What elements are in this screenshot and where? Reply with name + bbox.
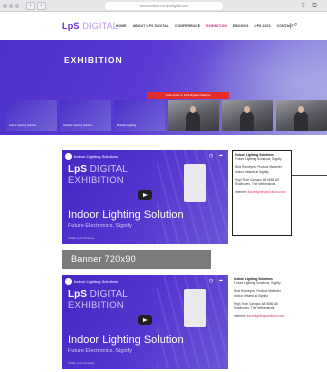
main-nav: HOME ABOUT LPS DIGITAL CONFERENCE EXHIBI… bbox=[116, 24, 294, 28]
ad-banner[interactable]: Banner 720x90 bbox=[62, 250, 211, 269]
video-speaker-image bbox=[184, 164, 206, 202]
share-icon[interactable]: ➦ bbox=[217, 153, 225, 160]
video-thumbnail-strip: Indoor Lighting Solution Outdoor Lightin… bbox=[6, 100, 327, 131]
info-internet-label: Internet: bbox=[235, 190, 247, 195]
video-subtitle: Future Electronics, Signify bbox=[68, 223, 132, 229]
browser-toolbar: ‹ › lowcounilouronn.lpsdigital.com ⇪ ⧉ bbox=[0, 0, 327, 12]
info-internet: Internet: futurelightingsolutions.com bbox=[235, 190, 289, 194]
nav-exhibition[interactable]: EXHIBITION bbox=[206, 24, 227, 28]
info-internet-label: Internet: bbox=[234, 314, 246, 319]
video-main-title: Indoor Lighting Solution bbox=[68, 209, 184, 221]
info-internet-link[interactable]: futurelightingsolutions.com bbox=[248, 190, 286, 194]
thumbnail-label: Modular Lighting bbox=[117, 124, 137, 127]
subscribe-button[interactable]: Subscribe to LpS Digital channel bbox=[147, 92, 229, 99]
video-brand-main: LpS bbox=[68, 164, 87, 175]
info-internet-link[interactable]: futurelightingsolutions.com bbox=[247, 314, 285, 318]
nav-home[interactable]: HOME bbox=[116, 24, 127, 28]
speaker-figure bbox=[240, 111, 254, 131]
tabs-icon[interactable]: ⧉ bbox=[311, 2, 318, 10]
info-company: Future Lighting Solutions, Signify bbox=[235, 157, 282, 162]
back-icon[interactable]: ‹ bbox=[26, 2, 35, 10]
video-subtitle: Future Electronics, Signify bbox=[68, 348, 132, 354]
speaker-figure bbox=[186, 111, 200, 131]
nav-conference[interactable]: CONFERENCE bbox=[175, 24, 200, 28]
pointer-line bbox=[292, 175, 327, 176]
info-contact: Nick Romeyns, Product Marketer, bbox=[235, 165, 283, 170]
nav-contact[interactable]: CONTACT bbox=[277, 24, 294, 28]
logo-main-text: LpS bbox=[62, 21, 80, 31]
site-logo[interactable]: LpS DIGITAL bbox=[62, 20, 118, 32]
video-thumbnail[interactable] bbox=[276, 100, 327, 131]
exhibitor-info: Indoor Lighting Solutions Future Lightin… bbox=[232, 150, 292, 236]
exhibitor-info: Indoor Lighting Solutions Future Lightin… bbox=[232, 275, 292, 320]
speaker-face bbox=[244, 106, 250, 113]
logo-sub-text: DIGITAL bbox=[82, 21, 119, 31]
window-minimize-dot[interactable] bbox=[9, 4, 13, 8]
video-top-title[interactable]: Indoor Lighting Solutions bbox=[74, 279, 118, 284]
video-copyright: ©2020 • Lumi Transpace bbox=[68, 237, 95, 240]
clock-icon[interactable]: ◷ bbox=[207, 153, 215, 160]
nav-divider bbox=[290, 23, 291, 29]
speaker-face bbox=[190, 106, 196, 113]
video-brand: LpS DIGITAL bbox=[68, 164, 128, 175]
channel-avatar[interactable] bbox=[65, 278, 72, 285]
video-brand: LpS DIGITAL bbox=[68, 289, 128, 300]
video-player[interactable]: Indoor Lighting Solutions ◷ ➦ LpS DIGITA… bbox=[62, 275, 228, 369]
nav-lps-2023[interactable]: LPS 2023 bbox=[254, 24, 270, 28]
clock-icon[interactable]: ◷ bbox=[207, 278, 215, 285]
nav-about[interactable]: ABOUT LPS DIGITAL bbox=[133, 24, 169, 28]
window-zoom-dot[interactable] bbox=[15, 4, 19, 8]
speaker-figure bbox=[294, 111, 308, 131]
share-icon[interactable]: ⇪ bbox=[300, 2, 307, 10]
video-speaker-image bbox=[184, 289, 206, 327]
page-title: EXHIBITION bbox=[64, 55, 123, 65]
play-icon[interactable] bbox=[138, 315, 152, 325]
video-copyright: ©2020 • Lumi Transpace bbox=[68, 362, 95, 365]
channel-avatar[interactable] bbox=[65, 153, 72, 160]
site-header: LpS DIGITAL HOME ABOUT LPS DIGITAL CONFE… bbox=[0, 12, 327, 40]
search-icon[interactable]: ⌕ bbox=[294, 21, 297, 29]
share-icon[interactable]: ➦ bbox=[217, 278, 225, 285]
play-icon[interactable] bbox=[138, 190, 152, 200]
thumbnail-label: Indoor Lighting Solution bbox=[9, 124, 37, 127]
video-exhibit-label: EXHIBITION bbox=[68, 300, 124, 311]
forward-icon[interactable]: › bbox=[37, 2, 46, 10]
main-content: Indoor Lighting Solutions ◷ ➦ LpS DIGITA… bbox=[0, 135, 327, 372]
video-main-title: Indoor Lighting Solution bbox=[68, 334, 184, 346]
video-exhibit-label: EXHIBITION bbox=[68, 175, 124, 186]
video-brand-sub: DIGITAL bbox=[89, 164, 128, 175]
video-thumbnail[interactable]: Outdoor Lighting Solution bbox=[60, 100, 111, 131]
hero-banner: EXHIBITION Subscribe to LpS Digital chan… bbox=[0, 40, 327, 135]
video-player[interactable]: Indoor Lighting Solutions ◷ ➦ LpS DIGITA… bbox=[62, 150, 228, 244]
video-top-title[interactable]: Indoor Lighting Solutions bbox=[74, 154, 118, 159]
window-close-dot[interactable] bbox=[3, 4, 7, 8]
speaker-face bbox=[298, 106, 304, 113]
address-bar[interactable]: lowcounilouronn.lpsdigital.com bbox=[105, 2, 223, 10]
video-thumbnail[interactable]: Modular Lighting bbox=[114, 100, 165, 131]
video-brand-main: LpS bbox=[68, 289, 87, 300]
nav-ebooks[interactable]: EBOOKS bbox=[233, 24, 249, 28]
video-thumbnail[interactable] bbox=[222, 100, 273, 131]
thumbnail-label: Outdoor Lighting Solution bbox=[63, 124, 93, 127]
video-thumbnail[interactable]: Indoor Lighting Solution bbox=[6, 100, 57, 131]
info-internet: Internet: futurelightingsolutions.com bbox=[234, 314, 290, 318]
video-brand-sub: DIGITAL bbox=[89, 289, 128, 300]
video-thumbnail[interactable] bbox=[168, 100, 219, 131]
